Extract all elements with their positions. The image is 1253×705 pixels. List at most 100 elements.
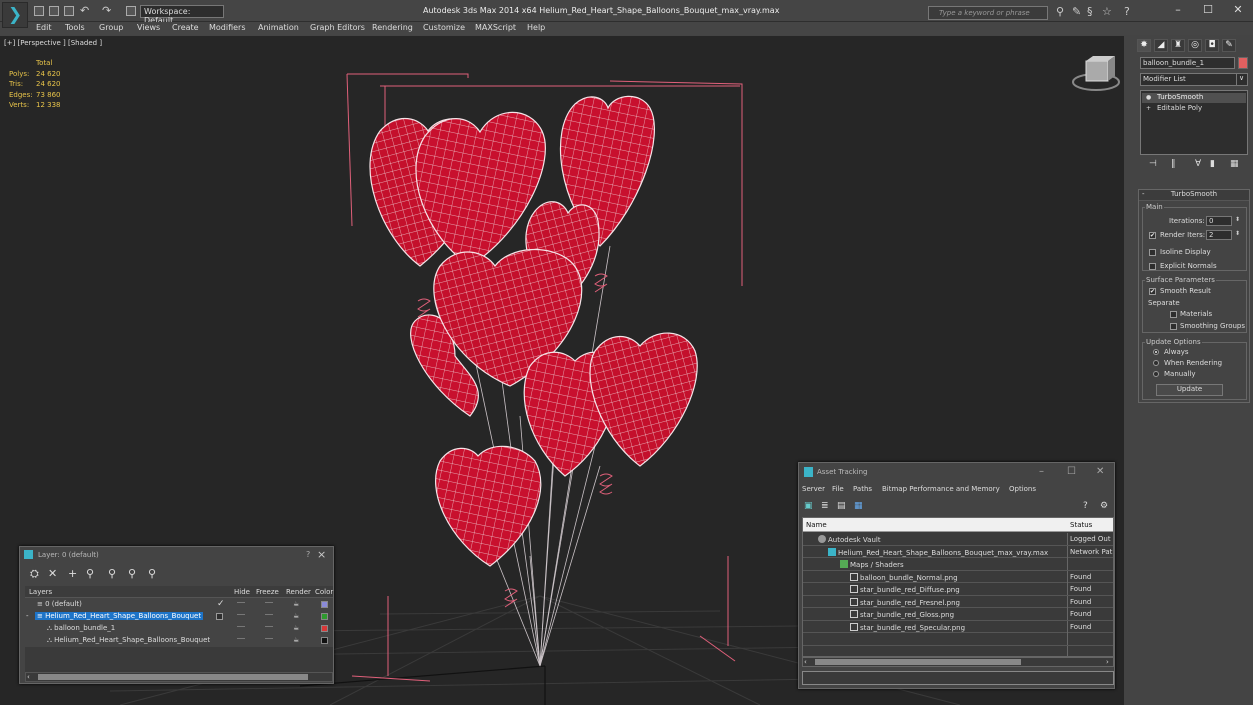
- highlight-layer-icon[interactable]: ⚲: [128, 567, 136, 580]
- layer-row[interactable]: - ≡ Helium_Red_Heart_Shape_Balloons_Bouq…: [25, 611, 333, 623]
- viewport-label[interactable]: [+] [Perspective ] [Shaded ]: [4, 39, 102, 47]
- create-tab-icon[interactable]: ✸: [1137, 39, 1151, 52]
- scroll-left-icon[interactable]: ‹: [804, 658, 807, 666]
- configure-sets-icon[interactable]: ▦: [1230, 159, 1239, 169]
- menu-graph-editors[interactable]: Graph Editors: [310, 23, 365, 32]
- teapot-icon[interactable]: ☕: [293, 624, 299, 632]
- save-file-icon[interactable]: [64, 6, 74, 16]
- vault-help-icon[interactable]: ?: [1083, 501, 1088, 511]
- rollout-header[interactable]: - TurboSmooth: [1139, 190, 1249, 201]
- new-layer-icon[interactable]: +: [68, 567, 77, 580]
- details-view-icon[interactable]: ▤: [837, 501, 846, 511]
- lightbulb-icon[interactable]: ●: [1146, 94, 1151, 101]
- search-input[interactable]: Type a keyword or phrase: [928, 6, 1048, 20]
- display-tab-icon[interactable]: ◘: [1205, 39, 1219, 52]
- layer-color-swatch[interactable]: [321, 625, 328, 632]
- render-iters-spinner[interactable]: 2: [1206, 230, 1232, 240]
- layer-color-swatch[interactable]: [321, 637, 328, 644]
- refresh-icon[interactable]: ▣: [804, 501, 813, 511]
- binoculars-icon[interactable]: ⚲: [1056, 5, 1064, 18]
- current-layer-check-icon[interactable]: ✓: [217, 599, 225, 609]
- update-button[interactable]: Update: [1156, 384, 1223, 396]
- spinner-arrows-icon[interactable]: ⬍: [1235, 216, 1240, 223]
- scroll-left-icon[interactable]: ‹: [27, 673, 30, 681]
- help-icon[interactable]: ?: [1124, 5, 1130, 18]
- asset-menu-options[interactable]: Options: [1009, 485, 1036, 493]
- hierarchy-tab-icon[interactable]: ♜: [1171, 39, 1185, 52]
- stack-item-turbosmooth[interactable]: ● TurboSmooth: [1142, 93, 1246, 103]
- layer-settings-icon[interactable]: ⛭: [30, 567, 39, 581]
- horizontal-scrollbar[interactable]: ‹: [25, 672, 333, 682]
- motion-tab-icon[interactable]: ◎: [1188, 39, 1202, 52]
- subscription-icon[interactable]: §: [1087, 5, 1093, 18]
- new-file-icon[interactable]: [34, 6, 44, 16]
- column-render[interactable]: Render: [286, 588, 311, 596]
- modifier-list-dropdown[interactable]: Modifier List ∨: [1140, 73, 1248, 86]
- menu-views[interactable]: Views: [137, 23, 160, 32]
- menu-help[interactable]: Help: [527, 23, 545, 32]
- column-freeze[interactable]: Freeze: [256, 588, 279, 596]
- asset-row[interactable]: Helium_Red_Heart_Shape_Balloons_Bouquet_…: [803, 545, 1113, 558]
- help-button[interactable]: ?: [306, 550, 310, 559]
- minimize-icon[interactable]: –: [1168, 3, 1188, 17]
- close-icon[interactable]: ✕: [1096, 466, 1104, 477]
- layer-row[interactable]: ⛬ Helium_Red_Heart_Shape_Balloons_Bouque…: [25, 635, 333, 647]
- asset-row[interactable]: star_bundle_red_Fresnel.png Found: [803, 595, 1113, 608]
- project-folder-icon[interactable]: [126, 6, 136, 16]
- asset-row[interactable]: star_bundle_red_Gloss.png Found: [803, 608, 1113, 621]
- teapot-icon[interactable]: ☕: [293, 600, 299, 608]
- asset-row[interactable]: balloon_bundle_Normal.png Found: [803, 570, 1113, 583]
- delete-layer-icon[interactable]: ✕: [48, 567, 57, 580]
- menu-create[interactable]: Create: [172, 23, 199, 32]
- asset-menu-bitmap[interactable]: Bitmap Performance and Memory: [882, 485, 1000, 493]
- stack-item-editable-poly[interactable]: + Editable Poly: [1142, 104, 1246, 114]
- layer-window-titlebar[interactable]: Layer: 0 (default): [20, 547, 333, 564]
- menu-tools[interactable]: Tools: [65, 23, 85, 32]
- maximize-icon[interactable]: ☐: [1198, 3, 1218, 17]
- hide-toggle[interactable]: [237, 602, 245, 603]
- undo-icon[interactable]: ↶: [80, 4, 89, 17]
- freeze-toggle[interactable]: [265, 602, 273, 603]
- tools-icon[interactable]: ✎: [1072, 5, 1081, 18]
- explicit-normals-checkbox[interactable]: [1149, 263, 1156, 270]
- hide-all-layers-icon[interactable]: ⚲: [148, 567, 156, 580]
- asset-menu-paths[interactable]: Paths: [853, 485, 872, 493]
- freeze-toggle[interactable]: [265, 626, 273, 627]
- always-radio[interactable]: [1153, 349, 1159, 355]
- select-in-layer-icon[interactable]: ⚲: [108, 567, 116, 580]
- asset-row[interactable]: Autodesk Vault Logged Out: [803, 533, 1113, 546]
- asset-menu-file[interactable]: File: [832, 485, 844, 493]
- make-unique-icon[interactable]: ∀: [1195, 159, 1201, 169]
- current-layer-checkbox[interactable]: [216, 613, 223, 620]
- teapot-icon[interactable]: ☕: [293, 636, 299, 644]
- remove-modifier-icon[interactable]: ▮: [1210, 159, 1215, 169]
- smooth-result-checkbox[interactable]: ✔: [1149, 288, 1156, 295]
- when-rendering-radio[interactable]: [1153, 360, 1159, 366]
- scrollbar-thumb[interactable]: [815, 659, 1021, 665]
- menu-modifiers[interactable]: Modifiers: [209, 23, 246, 32]
- open-file-icon[interactable]: [49, 6, 59, 16]
- close-icon[interactable]: ×: [317, 548, 326, 561]
- horizontal-scrollbar[interactable]: ‹ ›: [802, 657, 1114, 667]
- hide-toggle[interactable]: [237, 626, 245, 627]
- pin-stack-icon[interactable]: ⊣: [1149, 159, 1157, 169]
- asset-row[interactable]: Maps / Shaders: [803, 558, 1113, 571]
- menu-customize[interactable]: Customize: [423, 23, 465, 32]
- redo-icon[interactable]: ↷: [102, 4, 111, 17]
- object-name-field[interactable]: balloon_bundle_1: [1140, 57, 1235, 69]
- render-iters-checkbox[interactable]: ✔: [1149, 232, 1156, 239]
- layer-row[interactable]: ⛬ balloon_bundle_1 ☕: [25, 623, 333, 635]
- menu-maxscript[interactable]: MAXScript: [475, 23, 516, 32]
- freeze-toggle[interactable]: [265, 614, 273, 615]
- menu-animation[interactable]: Animation: [258, 23, 299, 32]
- asset-row[interactable]: star_bundle_red_Diffuse.png Found: [803, 583, 1113, 596]
- layer-row[interactable]: ≡ 0 (default) ✓ ☕: [25, 599, 333, 611]
- expand-icon[interactable]: +: [1146, 105, 1151, 112]
- column-name[interactable]: Name: [806, 521, 827, 529]
- utilities-tab-icon[interactable]: ✎: [1222, 39, 1236, 52]
- vault-settings-icon[interactable]: ⚙: [1100, 501, 1108, 511]
- freeze-toggle[interactable]: [265, 638, 273, 639]
- asset-menu-server[interactable]: Server: [802, 485, 825, 493]
- close-icon[interactable]: ✕: [1228, 3, 1248, 17]
- menu-group[interactable]: Group: [99, 23, 123, 32]
